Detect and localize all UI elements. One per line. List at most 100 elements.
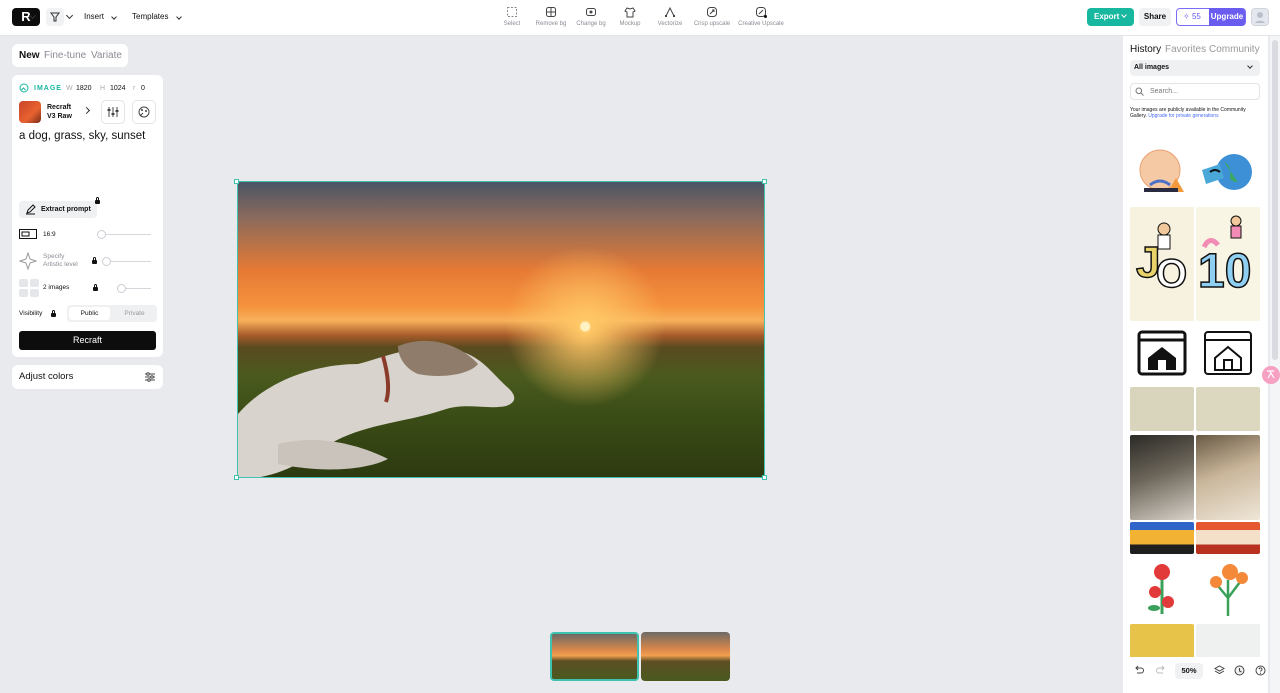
gallery-image[interactable] (1196, 522, 1260, 554)
model-thumbnail[interactable] (19, 101, 41, 123)
home-window-icon (1137, 330, 1187, 376)
upgrade-button[interactable]: Upgrade (1209, 8, 1245, 26)
resize-handle-br[interactable] (762, 475, 767, 480)
canvas-image[interactable] (237, 181, 765, 478)
prompt-input[interactable]: a dog, grass, sky, sunset (19, 130, 145, 142)
recraft-button[interactable]: Recraft (19, 331, 156, 350)
aspect-ratio-label: 16:9 (43, 231, 56, 238)
tab-favorites[interactable]: Favorites (1165, 44, 1206, 55)
tab-variate[interactable]: Variate (91, 50, 122, 61)
image-filter-dropdown[interactable]: All images (1130, 60, 1260, 76)
gallery-image[interactable] (1130, 387, 1194, 431)
settings-sliders-button[interactable] (101, 100, 125, 124)
tab-community[interactable]: Community (1209, 44, 1260, 55)
gallery-image[interactable]: JO (1130, 207, 1194, 321)
redo-icon[interactable] (1156, 665, 1167, 676)
export-button[interactable]: Export (1087, 8, 1134, 26)
resize-handle-tl[interactable] (234, 179, 239, 184)
share-button[interactable]: Share (1139, 8, 1171, 26)
artistic-level-slider[interactable] (104, 261, 151, 262)
history-panel: History Favorites Community All images S… (1123, 36, 1268, 693)
creative-upscale-icon (756, 7, 767, 18)
tab-fine-tune[interactable]: Fine-tune (44, 50, 86, 61)
resize-handle-bl[interactable] (234, 475, 239, 480)
tool-label: Select (503, 21, 521, 27)
chevron-down-icon (111, 14, 118, 20)
image-type-label[interactable]: IMAGE (34, 85, 62, 92)
change-bg-icon (586, 8, 596, 16)
extract-prompt-button[interactable]: Extract prompt (19, 201, 97, 218)
anniversary-jo-illustration: JO (1135, 222, 1188, 297)
svg-text:10: 10 (1198, 245, 1251, 298)
tab-new[interactable]: New (19, 50, 40, 61)
tool-label: Change bg (576, 21, 606, 27)
vectorize-icon (665, 6, 675, 17)
model-selector[interactable]: Recraft V3 Raw (47, 103, 72, 121)
tab-history[interactable]: History (1130, 44, 1161, 55)
resize-handle-tr[interactable] (762, 179, 767, 184)
history-icon[interactable] (1234, 665, 1245, 676)
layers-icon[interactable] (1214, 665, 1225, 676)
chevron-down-icon[interactable] (65, 11, 74, 20)
upgrade-link[interactable]: Upgrade for private generations (1148, 113, 1218, 119)
width-input[interactable]: 1820 (76, 85, 92, 92)
image-count-icon (19, 279, 39, 297)
gallery-image[interactable] (1130, 435, 1194, 520)
gallery-image[interactable] (1196, 140, 1260, 202)
aspect-ratio-slider[interactable] (99, 234, 151, 235)
credits-upgrade-group[interactable]: ✧ 55 Upgrade (1176, 8, 1246, 26)
image-filter-value: All images (1134, 64, 1170, 71)
style-palette-button[interactable] (132, 100, 156, 124)
artistic-label-line1: Specify (43, 253, 65, 260)
chevron-right-icon[interactable] (82, 106, 91, 115)
insert-menu[interactable]: Insert (84, 12, 118, 21)
history-scrollbar[interactable] (1270, 36, 1280, 693)
visibility-public-option[interactable]: Public (69, 307, 110, 320)
red-rose-illustration (1148, 564, 1174, 614)
undo-icon[interactable] (1133, 665, 1144, 676)
translate-icon (1267, 370, 1275, 379)
rotation-input[interactable]: 0 (141, 85, 145, 92)
avatar[interactable] (1251, 8, 1269, 26)
gallery-image[interactable] (1196, 558, 1260, 620)
select-icon (507, 7, 517, 17)
variant-thumbnail-2[interactable] (641, 632, 730, 681)
adjust-colors-icon[interactable] (144, 371, 156, 383)
lock-icon (93, 284, 98, 291)
artistic-level-knob[interactable] (102, 257, 111, 266)
gallery-image[interactable]: 10 (1196, 207, 1260, 321)
tool-label: Mockup (619, 21, 641, 27)
zoom-level[interactable]: 50% (1175, 663, 1203, 679)
sliders-icon (107, 107, 119, 117)
artistic-level-label: Specify Artistic level (43, 253, 78, 269)
gallery-image[interactable] (1130, 522, 1194, 554)
search-input[interactable]: Search... (1130, 83, 1260, 100)
gallery-image[interactable] (1130, 558, 1194, 620)
tool-creative-upscale[interactable]: Creative Upscale (736, 6, 786, 27)
help-icon[interactable] (1255, 665, 1266, 676)
image-count-knob[interactable] (117, 284, 126, 293)
image-type-icon (19, 83, 29, 93)
logo-menu-button[interactable]: R (12, 8, 40, 26)
pen-tool-button[interactable] (46, 8, 64, 26)
lock-icon (95, 197, 100, 204)
gallery-image[interactable] (1130, 140, 1194, 202)
gallery-image[interactable] (1196, 387, 1260, 431)
generation-panel: IMAGE W 1820 H 1024 r 0 Recraft V3 Raw a… (12, 75, 163, 357)
scrollbar-thumb[interactable] (1272, 40, 1278, 360)
crisp-upscale-icon (707, 7, 717, 17)
pen-icon (26, 204, 36, 215)
aspect-ratio-knob[interactable] (97, 230, 106, 239)
adjust-colors-row[interactable]: Adjust colors (12, 365, 163, 389)
variant-thumbnail-1[interactable] (550, 632, 639, 681)
visibility-toggle[interactable]: Public Private (67, 305, 157, 322)
gallery-image[interactable] (1130, 326, 1194, 382)
tool-crisp-upscale[interactable]: Crisp upscale (687, 6, 737, 27)
gallery-image[interactable] (1196, 435, 1260, 520)
templates-menu[interactable]: Templates (132, 12, 182, 21)
visibility-private-option[interactable]: Private (114, 307, 155, 320)
export-label: Export (1094, 12, 1120, 21)
gallery-image[interactable] (1196, 326, 1260, 382)
height-input[interactable]: 1024 (110, 85, 126, 92)
ai-assistant-button[interactable] (1262, 366, 1280, 384)
